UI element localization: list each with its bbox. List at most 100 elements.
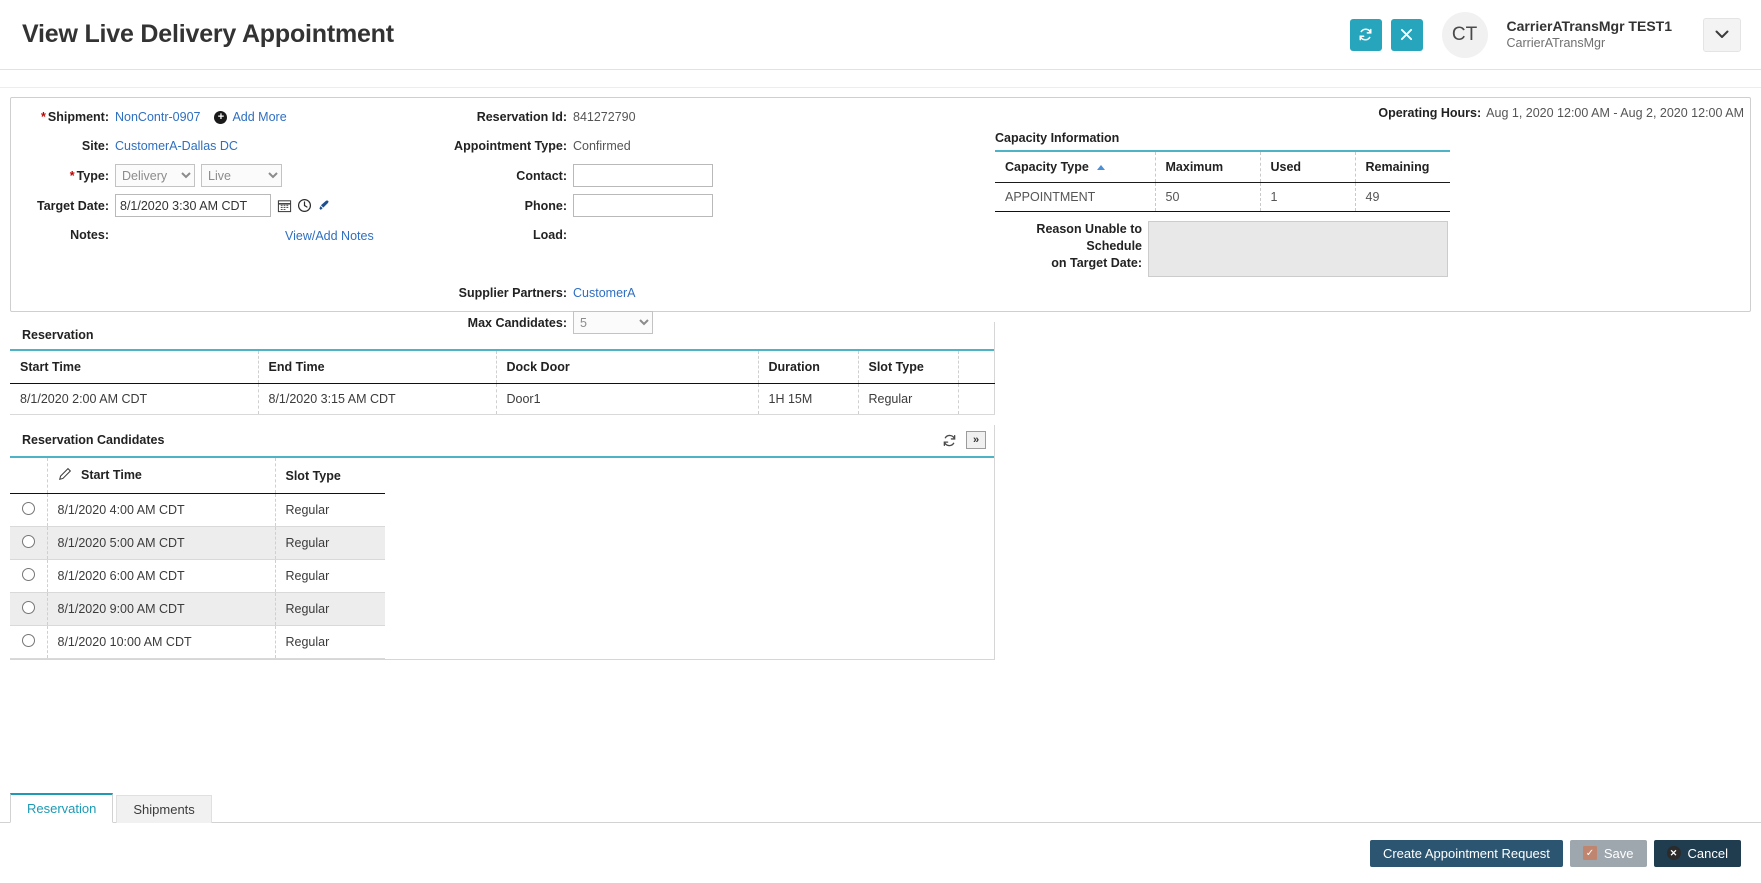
candidate-radio-cell[interactable] [10, 593, 47, 626]
candidates-grid-tools: » [940, 431, 994, 449]
save-button[interactable]: ✓ Save [1570, 840, 1647, 867]
field-notes: Notes: View/Add Notes [11, 224, 431, 246]
reason-unable-label: Reason Unable to Schedule on Target Date… [995, 221, 1148, 277]
reservation-col-end-time[interactable]: End Time [258, 351, 496, 384]
candidate-radio[interactable] [22, 634, 35, 647]
appointment-type-label: Appointment Type: [451, 139, 573, 153]
candidate-radio[interactable] [22, 601, 35, 614]
field-site: Site: CustomerA-Dallas DC [11, 135, 431, 157]
calendar-icon[interactable] [276, 197, 293, 214]
table-row[interactable]: 8/1/2020 10:00 AM CDT Regular [10, 626, 385, 659]
candidate-radio-cell[interactable] [10, 527, 47, 560]
table-row[interactable]: 8/1/2020 6:00 AM CDT Regular [10, 560, 385, 593]
candidate-radio-cell[interactable] [10, 626, 47, 659]
table-row[interactable]: 8/1/2020 4:00 AM CDT Regular [10, 494, 385, 527]
refresh-button[interactable] [1350, 19, 1382, 51]
reservation-cell-slot-type: Regular [858, 384, 958, 415]
capacity-col-remaining[interactable]: Remaining [1355, 151, 1450, 183]
reservation-col-start-time[interactable]: Start Time [10, 351, 258, 384]
candidates-col-select [10, 458, 47, 494]
reservation-grid-title: Reservation [22, 328, 94, 342]
field-phone: Phone: [451, 194, 881, 217]
capacity-cell-maximum: 50 [1155, 183, 1260, 212]
candidate-cell-slot-type: Regular [275, 560, 385, 593]
close-circle-icon: ✕ [1667, 846, 1681, 860]
capacity-cell-type: APPOINTMENT [995, 183, 1155, 212]
phone-input[interactable] [573, 194, 713, 217]
check-icon: ✓ [1583, 846, 1597, 860]
close-button[interactable] [1391, 19, 1423, 51]
candidates-col-slot-type[interactable]: Slot Type [275, 458, 385, 494]
supplier-partners-link[interactable]: CustomerA [573, 286, 636, 300]
site-label: Site: [11, 139, 115, 153]
candidate-radio[interactable] [22, 502, 35, 515]
add-more-label[interactable]: Add More [232, 110, 286, 124]
candidate-cell-start-time: 8/1/2020 9:00 AM CDT [47, 593, 275, 626]
site-value-link[interactable]: CustomerA-Dallas DC [115, 139, 238, 153]
reservation-col-duration[interactable]: Duration [758, 351, 858, 384]
create-appointment-request-button[interactable]: Create Appointment Request [1370, 840, 1563, 867]
contact-input[interactable] [573, 164, 713, 187]
notes-link-wrap: View/Add Notes [285, 228, 374, 243]
avatar-initials: CT [1452, 24, 1477, 46]
plus-circle-icon: + [214, 111, 227, 124]
field-target-date: Target Date: [11, 194, 431, 217]
candidate-cell-slot-type: Regular [275, 593, 385, 626]
field-reservation-id: Reservation Id: 841272790 [451, 106, 881, 128]
eraser-icon[interactable] [316, 197, 333, 214]
capacity-information-title: Capacity Information [995, 131, 1744, 145]
shipment-value-link[interactable]: NonContr-0907 [115, 110, 200, 124]
contact-label: Contact: [451, 169, 573, 183]
close-icon [1400, 28, 1413, 41]
supplier-partners-label: Supplier Partners: [451, 286, 573, 300]
capacity-col-type[interactable]: Capacity Type [995, 151, 1155, 183]
reason-unable-textarea[interactable] [1148, 221, 1448, 277]
footer: Reservation Shipments Create Appointment… [0, 793, 1761, 883]
candidates-col-start-time[interactable]: Start Time [47, 458, 275, 494]
field-contact: Contact: [451, 164, 881, 187]
reservation-id-value: 841272790 [573, 110, 636, 124]
target-date-input[interactable] [115, 194, 271, 217]
reservation-col-spacer [958, 351, 995, 384]
reservation-col-dock-door[interactable]: Dock Door [496, 351, 758, 384]
candidate-radio-cell[interactable] [10, 494, 47, 527]
reservation-cell-dock-door: Door1 [496, 384, 758, 415]
capacity-col-maximum[interactable]: Maximum [1155, 151, 1260, 183]
candidates-grid-caption: Reservation Candidates » [10, 425, 994, 458]
shipment-label: *Shipment: [11, 110, 115, 124]
add-more-shipment[interactable]: + Add More [214, 110, 286, 124]
tab-reservation[interactable]: Reservation [10, 793, 113, 823]
table-row[interactable]: 8/1/2020 5:00 AM CDT Regular [10, 527, 385, 560]
footer-tabbar: Reservation Shipments [0, 793, 1761, 823]
field-shipment: *Shipment: NonContr-0907 + Add More [11, 106, 431, 128]
capacity-col-used[interactable]: Used [1260, 151, 1355, 183]
type-select[interactable]: Delivery [115, 164, 195, 187]
table-row[interactable]: 8/1/2020 2:00 AM CDT 8/1/2020 3:15 AM CD… [10, 384, 995, 415]
user-name: CarrierATransMgr TEST1 [1507, 17, 1672, 35]
candidate-radio-cell[interactable] [10, 560, 47, 593]
mode-select[interactable]: Live [201, 164, 282, 187]
candidate-radio[interactable] [22, 535, 35, 548]
candidate-cell-start-time: 8/1/2020 6:00 AM CDT [47, 560, 275, 593]
table-row[interactable]: 8/1/2020 9:00 AM CDT Regular [10, 593, 385, 626]
candidate-cell-start-time: 8/1/2020 5:00 AM CDT [47, 527, 275, 560]
candidates-grid-title: Reservation Candidates [22, 433, 164, 447]
edit-pencil-icon[interactable] [58, 470, 75, 484]
target-date-tools [273, 197, 333, 214]
tab-shipments[interactable]: Shipments [116, 795, 211, 823]
user-info: CarrierATransMgr TEST1 CarrierATransMgr [1507, 17, 1672, 51]
cancel-button[interactable]: ✕ Cancel [1654, 840, 1741, 867]
user-menu-button[interactable] [1703, 18, 1741, 52]
candidate-radio[interactable] [22, 568, 35, 581]
view-add-notes-link[interactable]: View/Add Notes [285, 229, 374, 243]
double-chevron-right-icon[interactable]: » [966, 431, 986, 449]
refresh-icon[interactable] [940, 431, 958, 449]
appointment-form-panel: *Shipment: NonContr-0907 + Add More Site… [10, 97, 1751, 312]
reservation-table: Start Time End Time Dock Door Duration S… [10, 351, 995, 415]
reservation-col-slot-type[interactable]: Slot Type [858, 351, 958, 384]
field-max-candidates: Max Candidates: 5 [451, 311, 881, 334]
required-marker: * [41, 110, 46, 124]
clock-icon[interactable] [296, 197, 313, 214]
max-candidates-select[interactable]: 5 [573, 311, 653, 334]
form-column-left: *Shipment: NonContr-0907 + Add More Site… [11, 106, 431, 253]
